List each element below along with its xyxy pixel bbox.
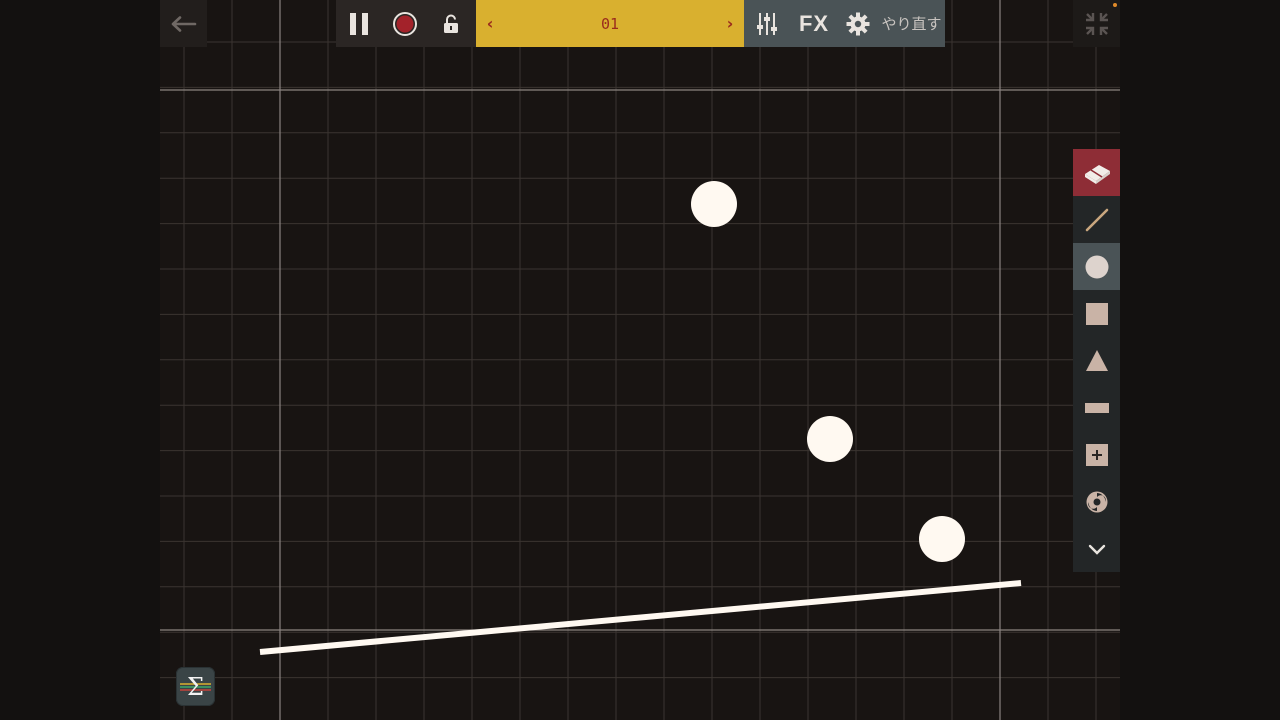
rectangle-tool-icon bbox=[1084, 402, 1109, 413]
tools-bar: FX やり直す bbox=[744, 0, 945, 47]
fx-button[interactable]: FX bbox=[790, 0, 838, 47]
redo-button[interactable]: やり直す bbox=[878, 0, 945, 47]
drawn-line[interactable] bbox=[259, 580, 1022, 655]
scene-prev-button[interactable]: ‹ bbox=[476, 14, 504, 33]
square-tool-icon bbox=[1085, 302, 1108, 325]
scene-next-button[interactable]: › bbox=[716, 14, 744, 33]
more-tools-button[interactable] bbox=[1073, 525, 1120, 572]
line-tool-button[interactable] bbox=[1073, 196, 1120, 243]
fullscreen-collapse-icon bbox=[1085, 12, 1108, 35]
eraser-icon bbox=[1084, 164, 1110, 184]
playfield-canvas[interactable] bbox=[160, 0, 1120, 720]
spinner-tool-icon bbox=[1086, 491, 1107, 512]
gear-icon bbox=[846, 12, 870, 35]
pause-button[interactable] bbox=[336, 0, 382, 47]
mixer-sliders-icon bbox=[757, 12, 777, 35]
lock-button[interactable] bbox=[428, 0, 474, 47]
add-block-tool-button[interactable] bbox=[1073, 431, 1120, 478]
ball-3[interactable] bbox=[919, 516, 965, 562]
tool-palette bbox=[1073, 149, 1120, 572]
settings-button[interactable] bbox=[838, 0, 878, 47]
back-button[interactable] bbox=[160, 0, 207, 47]
rectangle-tool-button[interactable] bbox=[1073, 384, 1120, 431]
plus-block-icon bbox=[1085, 443, 1108, 466]
pause-icon bbox=[350, 12, 368, 35]
sigma-button[interactable]: Σ bbox=[176, 667, 215, 706]
scene-number[interactable]: 01 bbox=[601, 15, 619, 33]
transport-controls bbox=[336, 0, 476, 47]
record-icon bbox=[393, 11, 417, 36]
square-tool-button[interactable] bbox=[1073, 290, 1120, 337]
fx-label: FX bbox=[798, 10, 830, 36]
unlock-icon bbox=[444, 14, 458, 33]
line-tool-icon bbox=[1085, 208, 1108, 231]
triangle-tool-button[interactable] bbox=[1073, 337, 1120, 384]
record-button[interactable] bbox=[382, 0, 428, 47]
circle-tool-button[interactable] bbox=[1073, 243, 1120, 290]
scene-selector: ‹ 01 › bbox=[476, 0, 744, 47]
sigma-label: Σ bbox=[187, 672, 204, 701]
redo-label: やり直す bbox=[881, 15, 942, 33]
triangle-tool-icon bbox=[1085, 349, 1108, 371]
ball-2[interactable] bbox=[807, 416, 853, 462]
ball-1[interactable] bbox=[691, 181, 737, 227]
fullscreen-button[interactable] bbox=[1073, 0, 1120, 47]
chevron-down-icon bbox=[1088, 544, 1105, 555]
arrow-left-icon bbox=[171, 15, 196, 32]
eraser-tool-button[interactable] bbox=[1073, 149, 1120, 196]
spinner-tool-button[interactable] bbox=[1073, 478, 1120, 525]
mixer-button[interactable] bbox=[744, 0, 790, 47]
notification-dot bbox=[1113, 3, 1117, 7]
objects-layer bbox=[259, 181, 1022, 655]
circle-tool-icon bbox=[1085, 255, 1108, 278]
